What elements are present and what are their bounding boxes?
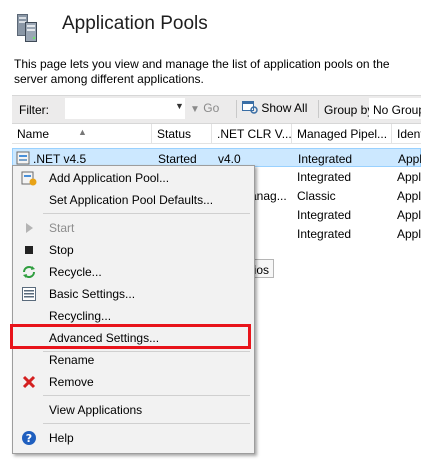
- toolbar-divider: [236, 100, 237, 118]
- menu-item-stop[interactable]: Stop: [13, 239, 254, 261]
- row-clr: anag...: [250, 189, 287, 203]
- row-pipeline: Classic: [297, 189, 336, 203]
- column-header-identity[interactable]: Identity: [392, 124, 421, 144]
- row-identity: Appl: [397, 170, 421, 184]
- menu-item-help[interactable]: ? Help: [13, 427, 254, 449]
- filter-label: Filter:: [19, 103, 49, 117]
- row-identity: Appl: [398, 152, 421, 166]
- menu-item-start[interactable]: Start: [13, 217, 254, 239]
- menu-item-add-application-pool[interactable]: Add Application Pool...: [13, 167, 254, 189]
- go-label: Go: [203, 101, 220, 115]
- column-header-clr-version[interactable]: .NET CLR V...: [212, 124, 292, 144]
- row-pipeline: Integrated: [297, 170, 352, 184]
- row-status: Started: [158, 152, 197, 166]
- page-description: This page lets you view and manage the l…: [14, 57, 390, 86]
- settings-icon: [22, 287, 36, 301]
- funnel-icon: ▼: [190, 104, 200, 115]
- row-identity: Appl: [397, 208, 421, 222]
- remove-icon: [22, 375, 36, 389]
- row-identity: Appl: [397, 227, 421, 241]
- play-icon: [26, 223, 33, 233]
- row-identity: Appl: [397, 189, 421, 203]
- menu-item-rename[interactable]: Rename: [13, 349, 254, 371]
- menu-item-set-pool-defaults[interactable]: Set Application Pool Defaults...: [13, 189, 254, 211]
- stop-icon: [25, 246, 33, 254]
- go-button[interactable]: ▼ Go: [190, 101, 219, 115]
- column-header-name[interactable]: Name ▲: [12, 124, 152, 144]
- sort-ascending-icon: ▲: [78, 127, 87, 137]
- row-name: .NET v4.5: [33, 152, 87, 166]
- filter-dropdown-icon[interactable]: ▼: [175, 101, 184, 111]
- filter-toolbar: Filter: ▼ ▼ Go Show All Group by: No Gro…: [12, 95, 421, 124]
- menu-item-remove[interactable]: Remove: [13, 371, 254, 393]
- menu-item-recycle[interactable]: Recycle...: [13, 261, 254, 283]
- menu-separator: [43, 423, 250, 424]
- row-pipeline: Integrated: [297, 208, 352, 222]
- row-pipeline: Integrated: [298, 152, 353, 166]
- row-pipeline: Integrated: [297, 227, 352, 241]
- show-all-label: Show All: [261, 101, 308, 115]
- svg-text:?: ?: [26, 432, 32, 445]
- application-pools-icon: [10, 11, 44, 45]
- column-header-status[interactable]: Status: [152, 124, 212, 144]
- toolbar-divider: [318, 100, 319, 118]
- menu-item-view-applications[interactable]: View Applications: [13, 399, 254, 421]
- menu-item-basic-settings[interactable]: Basic Settings...: [13, 283, 254, 305]
- page-title: Application Pools: [62, 13, 208, 34]
- help-icon: ?: [22, 431, 36, 445]
- context-menu: Add Application Pool... Set Application …: [12, 165, 255, 454]
- group-by-value: No Group: [373, 103, 421, 117]
- menu-separator: [43, 213, 250, 214]
- filter-input[interactable]: [65, 98, 185, 119]
- highlight-box: [10, 324, 251, 349]
- column-header-managed-pipeline[interactable]: Managed Pipel...: [292, 124, 392, 144]
- recycle-icon: [23, 266, 35, 278]
- group-by-select[interactable]: No Group: [369, 98, 421, 119]
- app-pool-icon: [16, 151, 30, 165]
- add-pool-icon: [21, 171, 37, 186]
- show-all-icon: [242, 101, 258, 114]
- show-all-button[interactable]: Show All: [242, 101, 307, 115]
- row-clr: v4.0: [218, 152, 241, 166]
- menu-separator: [43, 395, 250, 396]
